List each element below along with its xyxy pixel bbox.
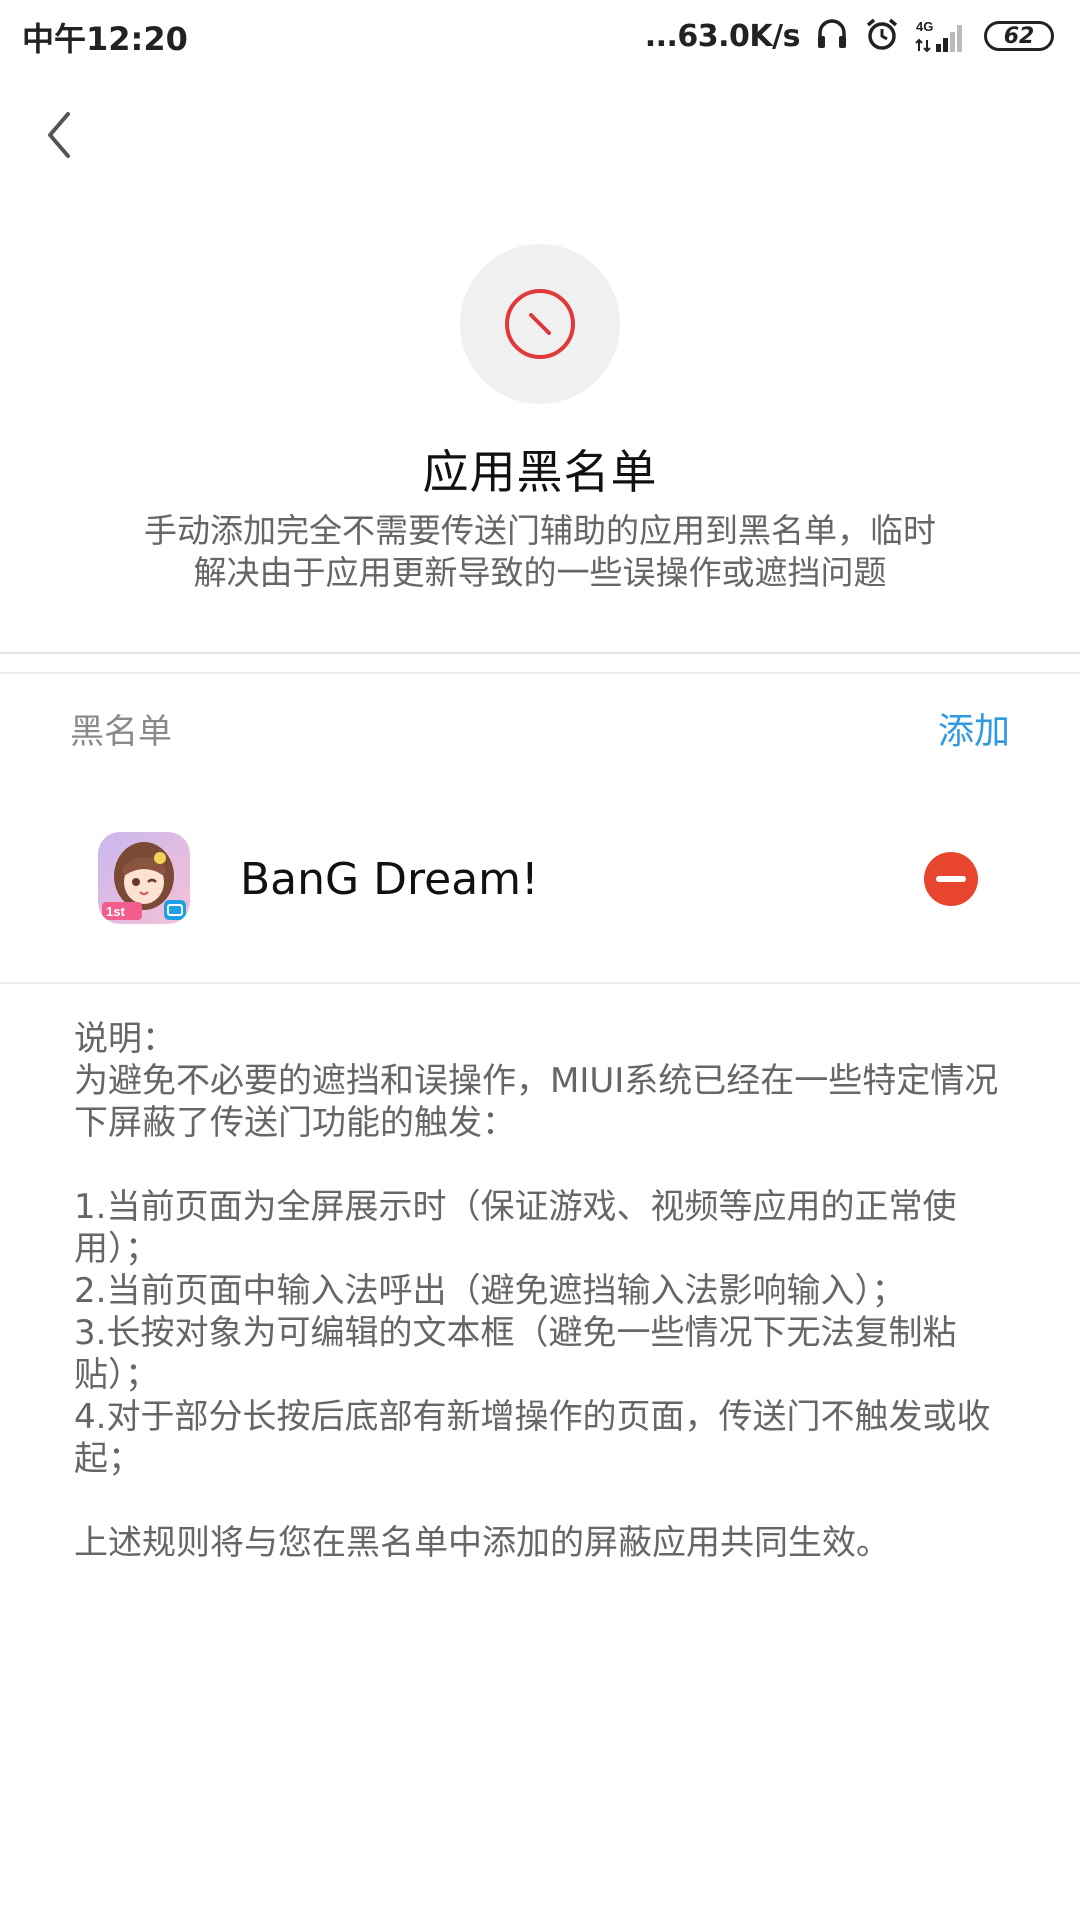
status-time: 中午12:20 bbox=[22, 20, 188, 58]
page-description: 手动添加完全不需要传送门辅助的应用到黑名单，临时 解决由于应用更新导致的一些误操… bbox=[100, 510, 980, 594]
divider bbox=[0, 982, 1080, 984]
description-line: 解决由于应用更新导致的一些误操作或遮挡问题 bbox=[193, 553, 887, 592]
notes-rule: 4.对于部分长按后底部有新增操作的页面，传送门不触发或收起； bbox=[74, 1397, 991, 1479]
remove-icon[interactable] bbox=[924, 852, 978, 906]
divider bbox=[0, 652, 1080, 654]
list-item: 1st BanG Dream! bbox=[0, 800, 1080, 980]
headphones-icon bbox=[814, 16, 850, 56]
notes-intro: 为避免不必要的遮挡和误操作，MIUI系统已经在一些特定情况下屏蔽了传送门功能的触… bbox=[74, 1061, 999, 1143]
back-button[interactable] bbox=[30, 100, 90, 170]
description-line: 手动添加完全不需要传送门辅助的应用到黑名单，临时 bbox=[144, 511, 936, 550]
signal-icon: 4G bbox=[914, 18, 970, 54]
status-bar: 中午12:20 ...63.0K/s 4G 62 bbox=[0, 0, 1080, 72]
notes-rule: 1.当前页面为全屏展示时（保证游戏、视频等应用的正常使用）； bbox=[74, 1187, 957, 1269]
notes-section: 说明： 为避免不必要的遮挡和误操作，MIUI系统已经在一些特定情况下屏蔽了传送门… bbox=[74, 1018, 1014, 1564]
notes-footer: 上述规则将与您在黑名单中添加的屏蔽应用共同生效。 bbox=[74, 1523, 890, 1563]
notes-heading: 说明： bbox=[74, 1019, 176, 1059]
blocked-icon bbox=[505, 289, 575, 359]
network-type-label: 4G bbox=[916, 19, 933, 34]
chevron-left-icon bbox=[48, 112, 70, 158]
network-speed: ...63.0K/s bbox=[644, 18, 801, 54]
notes-rule: 2.当前页面中输入法呼出（避免遮挡输入法影响输入）； bbox=[74, 1271, 906, 1311]
page-title: 应用黑名单 bbox=[422, 445, 658, 499]
bang-dream-app-icon: 1st bbox=[98, 832, 190, 924]
blacklist-section-label: 黑名单 bbox=[70, 712, 172, 752]
alarm-icon bbox=[864, 16, 900, 56]
add-button[interactable]: 添加 bbox=[938, 702, 1010, 754]
battery-level: 62 bbox=[1003, 23, 1035, 49]
app-name: BanG Dream! bbox=[240, 854, 539, 905]
notes-rule: 3.长按对象为可编辑的文本框（避免一些情况下无法复制粘贴）； bbox=[74, 1313, 957, 1395]
svg-text:1st: 1st bbox=[106, 904, 125, 919]
status-icons: ...63.0K/s 4G 62 bbox=[645, 14, 1054, 58]
divider bbox=[0, 672, 1080, 674]
battery-icon: 62 bbox=[984, 21, 1054, 51]
header-icon-container bbox=[460, 244, 620, 404]
